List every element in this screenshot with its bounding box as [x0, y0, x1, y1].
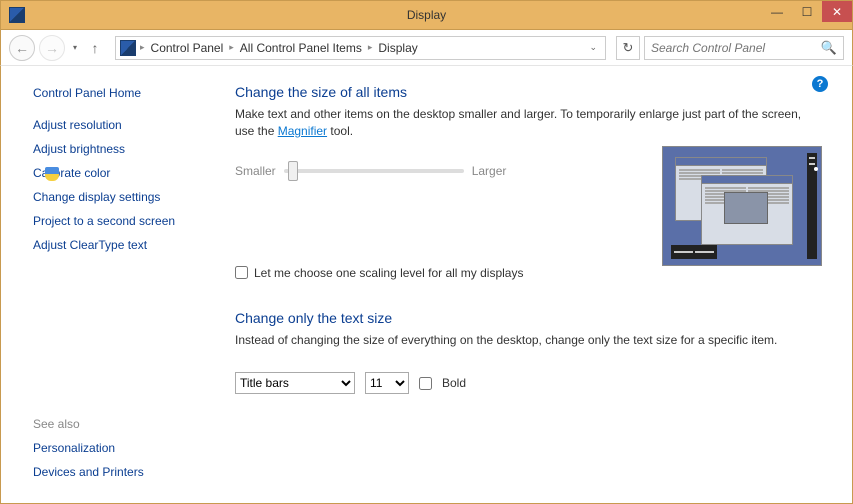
search-box[interactable]: 🔍	[644, 36, 844, 60]
minimize-button[interactable]: —	[762, 1, 792, 22]
item-select[interactable]: Title bars	[235, 372, 355, 394]
heading-text-size: Change only the text size	[235, 310, 822, 326]
breadcrumb-sep: ▸	[368, 42, 373, 53]
one-scaling-label[interactable]: Let me choose one scaling level for all …	[254, 266, 523, 280]
breadcrumb-item[interactable]: All Control Panel Items	[238, 41, 364, 55]
breadcrumb-item[interactable]: Control Panel	[149, 41, 226, 55]
scaling-slider[interactable]	[284, 169, 464, 173]
preview-window	[671, 245, 717, 259]
sidebar-link-resolution[interactable]: Adjust resolution	[33, 118, 205, 132]
text-size-controls: Title bars 11 Bold	[235, 372, 822, 394]
address-dropdown[interactable]: ⌄	[585, 42, 601, 53]
sidebar-link-display-settings[interactable]: Change display settings	[33, 190, 205, 204]
slider-max-label: Larger	[472, 164, 507, 178]
magnifier-link[interactable]: Magnifier	[278, 124, 327, 138]
preview-window	[701, 175, 793, 245]
scaling-checkbox-row: Let me choose one scaling level for all …	[235, 266, 822, 280]
size-select[interactable]: 11	[365, 372, 409, 394]
sidebar-links: Adjust resolution Adjust brightness Cali…	[33, 118, 205, 252]
control-panel-home-link[interactable]: Control Panel Home	[33, 86, 205, 100]
slider-min-label: Smaller	[235, 164, 276, 178]
sidebar: Control Panel Home Adjust resolution Adj…	[1, 66, 221, 503]
maximize-button[interactable]: ☐	[792, 1, 822, 22]
back-button[interactable]: ←	[9, 35, 35, 61]
sidebar-link-cleartype[interactable]: Adjust ClearType text	[33, 238, 205, 252]
forward-button[interactable]: →	[39, 35, 65, 61]
location-icon	[120, 40, 136, 56]
scaling-slider-row: Smaller Larger	[235, 164, 662, 178]
titlebar: Display — ☐ ✕	[0, 0, 853, 30]
window-controls: — ☐ ✕	[762, 1, 852, 22]
breadcrumb-item[interactable]: Display	[376, 41, 419, 55]
window-title: Display	[407, 8, 446, 22]
history-dropdown[interactable]: ▾	[69, 43, 81, 52]
display-preview	[662, 146, 822, 266]
refresh-button[interactable]: ↻	[616, 36, 640, 60]
see-also-personalization[interactable]: Personalization	[33, 441, 205, 455]
heading-size-all: Change the size of all items	[235, 84, 822, 100]
main-panel: Change the size of all items Make text a…	[221, 66, 852, 503]
bold-label[interactable]: Bold	[442, 376, 466, 390]
see-also-title: See also	[33, 417, 205, 431]
help-icon[interactable]: ?	[812, 76, 828, 92]
slider-thumb[interactable]	[288, 161, 298, 181]
content: ? Control Panel Home Adjust resolution A…	[0, 66, 853, 504]
navbar: ← → ▾ ↑ ▸ Control Panel ▸ All Control Pa…	[0, 30, 853, 66]
shield-icon	[45, 167, 59, 181]
breadcrumb-sep: ▸	[140, 42, 145, 53]
breadcrumb-sep: ▸	[229, 42, 234, 53]
desc-text-size: Instead of changing the size of everythi…	[235, 332, 822, 349]
see-also: See also Personalization Devices and Pri…	[33, 417, 205, 489]
sidebar-link-brightness[interactable]: Adjust brightness	[33, 142, 205, 156]
desc-text: tool.	[327, 124, 353, 138]
app-icon	[9, 7, 25, 23]
one-scaling-checkbox[interactable]	[235, 266, 248, 279]
desc-size-all: Make text and other items on the desktop…	[235, 106, 822, 140]
up-button[interactable]: ↑	[85, 38, 105, 58]
close-button[interactable]: ✕	[822, 1, 852, 22]
bold-checkbox[interactable]	[419, 377, 432, 390]
address-bar[interactable]: ▸ Control Panel ▸ All Control Panel Item…	[115, 36, 606, 60]
sidebar-link-project[interactable]: Project to a second screen	[33, 214, 205, 228]
search-icon[interactable]: 🔍	[821, 40, 837, 56]
search-input[interactable]	[651, 41, 821, 55]
see-also-devices[interactable]: Devices and Printers	[33, 465, 205, 479]
